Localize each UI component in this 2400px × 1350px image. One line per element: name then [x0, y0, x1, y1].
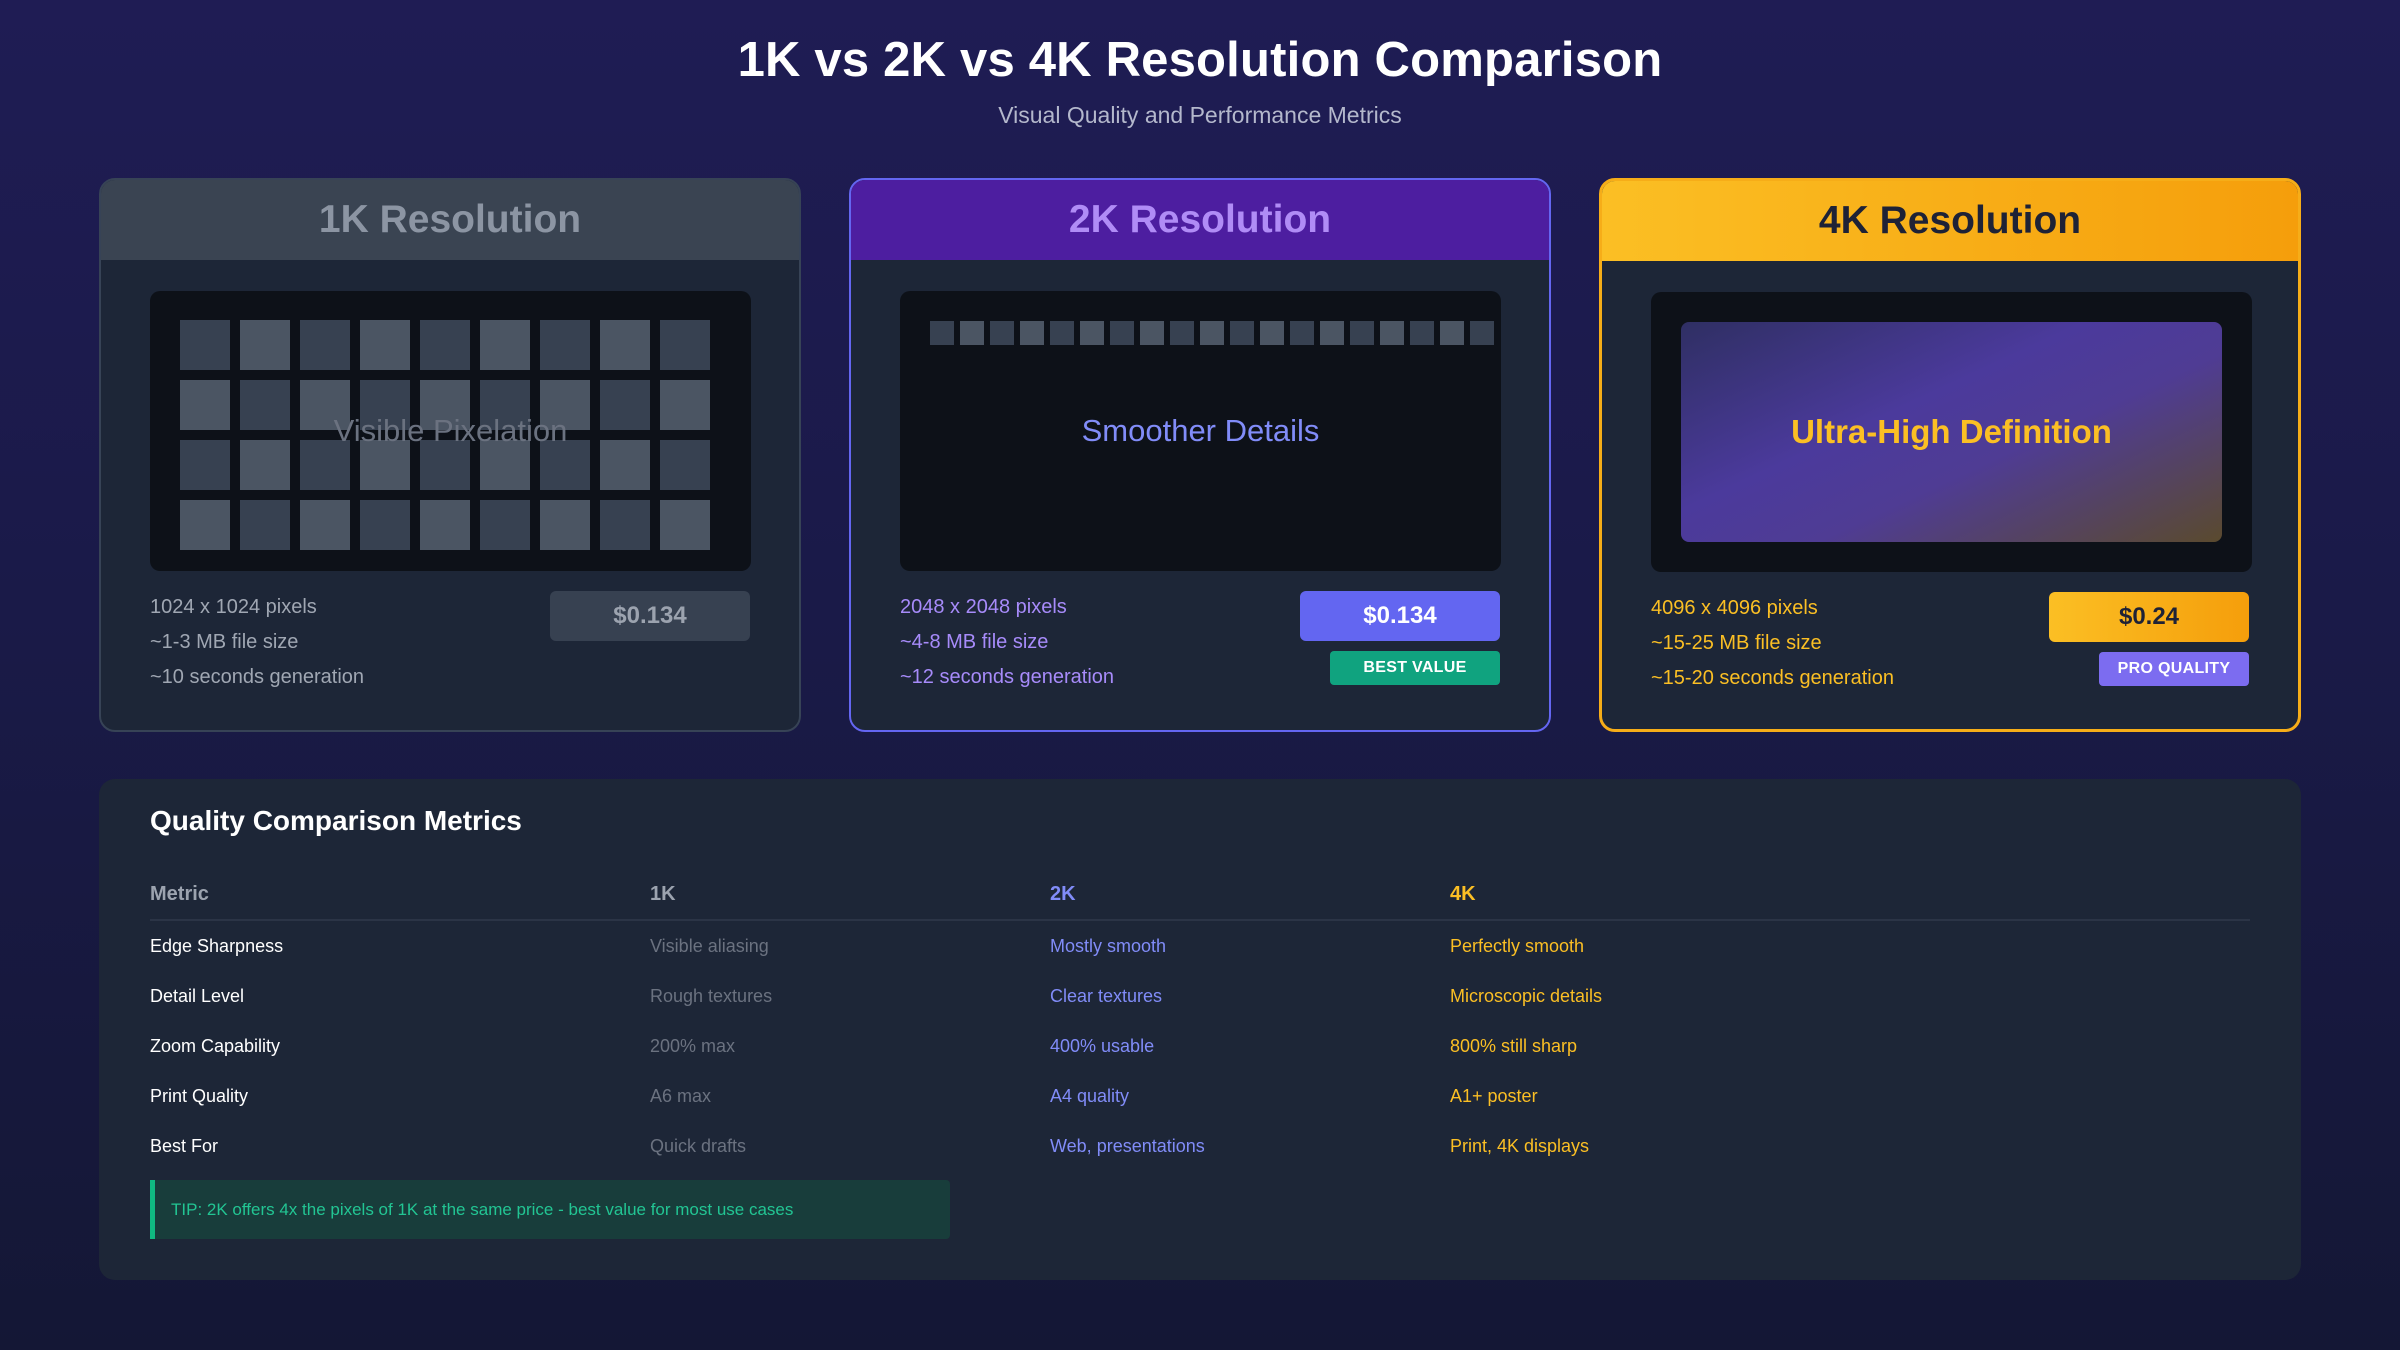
- value-2k: 400% usable: [1050, 1036, 1155, 1056]
- metric-name: Detail Level: [150, 986, 245, 1006]
- value-2k: Mostly smooth: [1050, 936, 1167, 956]
- header-4k: 4K: [1450, 883, 1476, 905]
- card-2k-specs: 2048 x 2048 pixels ~4-8 MB file size ~12…: [900, 590, 1114, 695]
- card-4k-price: $0.24: [2049, 592, 2249, 642]
- metrics-table: Metric 1K 2K 4K Edge Sharpness Visible a…: [150, 879, 2250, 1181]
- table-header-row: Metric 1K 2K 4K: [150, 879, 2250, 921]
- card-2k-preview-label: Smoother Details: [1081, 413, 1320, 448]
- table-row: Zoom Capability 200% max 400% usable 800…: [150, 1031, 2250, 1081]
- value-1k: 200% max: [650, 1036, 736, 1056]
- card-4k-preview-label: Ultra-High Definition: [1681, 322, 2222, 542]
- best-value-badge: BEST VALUE: [1330, 651, 1500, 685]
- card-1k-preview-label: Visible Pixelation: [333, 413, 568, 448]
- header-1k: 1K: [650, 883, 676, 905]
- quality-metrics-panel: Quality Comparison Metrics Metric 1K 2K …: [99, 779, 2301, 1280]
- table-row: Best For Quick drafts Web, presentations…: [150, 1131, 2250, 1181]
- spec-file-size: ~4-8 MB file size: [900, 631, 1049, 653]
- card-2k-title: 2K Resolution: [851, 180, 1549, 260]
- card-1k: 1K Resolution Visible Pixelation 1024 x …: [99, 178, 801, 732]
- value-4k: Microscopic details: [1450, 986, 1603, 1006]
- metric-name: Edge Sharpness: [150, 936, 284, 956]
- table-row: Print Quality A6 max A4 quality A1+ post…: [150, 1081, 2250, 1131]
- spec-file-size: ~1-3 MB file size: [150, 631, 299, 653]
- card-2k: 2K Resolution Smoother Details 2048 x 20…: [849, 178, 1551, 732]
- table-row: Detail Level Rough textures Clear textur…: [150, 981, 2250, 1031]
- header-metric: Metric: [150, 883, 209, 905]
- card-2k-preview: Smoother Details: [900, 291, 1501, 571]
- card-4k-preview: Ultra-High Definition: [1651, 292, 2252, 572]
- value-1k: A6 max: [650, 1086, 712, 1106]
- metric-name: Best For: [150, 1136, 219, 1156]
- metric-name: Print Quality: [150, 1086, 249, 1106]
- spec-pixels: 2048 x 2048 pixels: [900, 596, 1067, 618]
- value-1k: Visible aliasing: [650, 936, 769, 956]
- card-2k-price: $0.134: [1300, 591, 1500, 641]
- page-title: 1K vs 2K vs 4K Resolution Comparison: [737, 33, 1663, 87]
- spec-generation-time: ~12 seconds generation: [900, 666, 1115, 688]
- spec-pixels: 4096 x 4096 pixels: [1651, 597, 1818, 619]
- page-header: 1K vs 2K vs 4K Resolution Comparison Vis…: [0, 32, 2400, 129]
- value-4k: 800% still sharp: [1450, 1036, 1578, 1056]
- card-1k-preview: Visible Pixelation: [150, 291, 751, 571]
- value-2k: A4 quality: [1050, 1086, 1130, 1106]
- spec-pixels: 1024 x 1024 pixels: [150, 596, 317, 618]
- value-2k: Clear textures: [1050, 986, 1163, 1006]
- value-4k: Perfectly smooth: [1450, 936, 1585, 956]
- value-1k: Quick drafts: [650, 1136, 747, 1156]
- table-row: Edge Sharpness Visible aliasing Mostly s…: [150, 931, 2250, 981]
- card-1k-price: $0.134: [550, 591, 750, 641]
- spec-file-size: ~15-25 MB file size: [1651, 632, 1822, 654]
- card-4k-title: 4K Resolution: [1602, 181, 2298, 261]
- tip-callout: TIP: 2K offers 4x the pixels of 1K at th…: [150, 1180, 950, 1239]
- card-4k-specs: 4096 x 4096 pixels ~15-25 MB file size ~…: [1651, 591, 1894, 696]
- metric-name: Zoom Capability: [150, 1036, 281, 1056]
- card-1k-title: 1K Resolution: [101, 180, 799, 260]
- value-4k: Print, 4K displays: [1450, 1136, 1590, 1156]
- value-1k: Rough textures: [650, 986, 773, 1006]
- page-subtitle: Visual Quality and Performance Metrics: [998, 102, 1402, 128]
- header-2k: 2K: [1050, 883, 1076, 905]
- card-4k: 4K Resolution Ultra-High Definition 4096…: [1599, 178, 2301, 732]
- spec-generation-time: ~10 seconds generation: [150, 666, 365, 688]
- card-1k-specs: 1024 x 1024 pixels ~1-3 MB file size ~10…: [150, 590, 364, 695]
- spec-generation-time: ~15-20 seconds generation: [1651, 667, 1894, 689]
- metrics-title: Quality Comparison Metrics: [150, 805, 522, 836]
- value-2k: Web, presentations: [1050, 1136, 1205, 1156]
- pro-quality-badge: PRO QUALITY: [2099, 652, 2249, 686]
- value-4k: A1+ poster: [1450, 1086, 1538, 1106]
